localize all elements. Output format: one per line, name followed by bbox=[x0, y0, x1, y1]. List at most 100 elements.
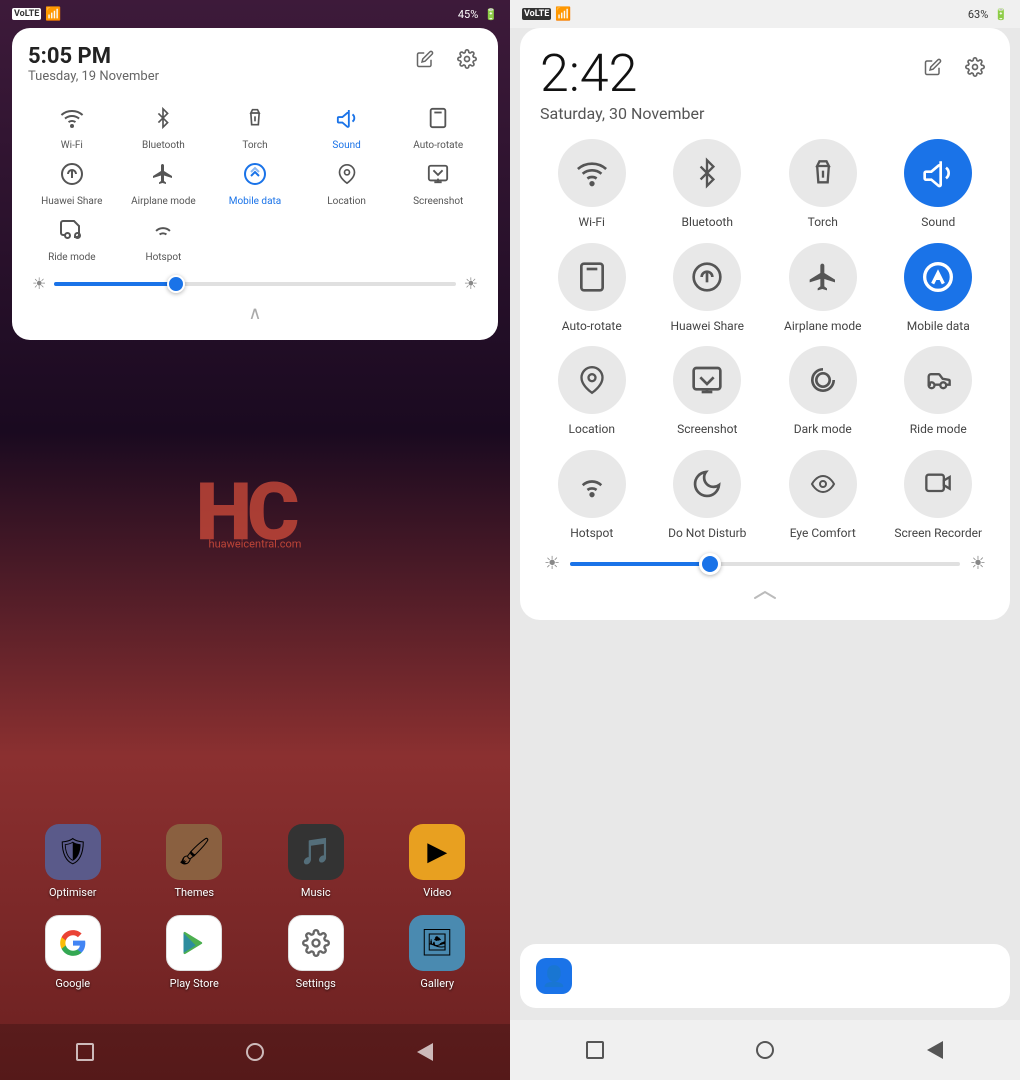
screenshot-circle-right bbox=[673, 346, 741, 414]
brightness-high-icon-left: ☀ bbox=[464, 274, 478, 293]
toggle-screenshot-left[interactable]: Screenshot bbox=[394, 156, 482, 208]
app-settings[interactable]: Settings bbox=[263, 915, 369, 990]
drag-handle-left[interactable]: ∧ bbox=[28, 303, 482, 324]
ridemode-label-left: Ride mode bbox=[48, 252, 95, 264]
toggle-bluetooth-left[interactable]: Bluetooth bbox=[120, 100, 208, 152]
nav-recent-right[interactable] bbox=[577, 1032, 613, 1068]
toggle-darkmode-right[interactable]: Dark mode bbox=[771, 346, 875, 438]
hotspot-label-right: Hotspot bbox=[570, 526, 613, 542]
app-icon-playstore bbox=[166, 915, 222, 971]
toggle-airplane-left[interactable]: Airplane mode bbox=[120, 156, 208, 208]
brightness-thumb-right[interactable] bbox=[699, 553, 721, 575]
brightness-track-right[interactable] bbox=[570, 562, 960, 566]
brightness-thumb-left[interactable] bbox=[167, 275, 185, 293]
screenshot-label-right: Screenshot bbox=[677, 422, 737, 438]
volte-icon-right: VoLTE bbox=[522, 8, 551, 20]
toggle-sound-left[interactable]: Sound bbox=[303, 100, 391, 152]
brightness-track-left[interactable] bbox=[54, 282, 455, 286]
app-google[interactable]: Google bbox=[20, 915, 126, 990]
app-themes[interactable]: 🖌 Themes bbox=[142, 824, 248, 899]
nav-home-left[interactable] bbox=[237, 1034, 273, 1070]
time-date-right: 2:42 Saturday, 30 November bbox=[540, 48, 704, 123]
screenrec-label-right: Screen Recorder bbox=[894, 526, 982, 542]
edit-button-left[interactable] bbox=[410, 44, 440, 74]
brightness-low-icon-right: ☀ bbox=[544, 553, 560, 574]
bluetooth-label-right: Bluetooth bbox=[682, 215, 733, 231]
notif-header-left: 5:05 PM Tuesday, 19 November bbox=[28, 44, 482, 84]
toggle-huaweishare-right[interactable]: Huawei Share bbox=[656, 243, 760, 335]
toggle-autorotate-right[interactable]: Auto-rotate bbox=[540, 243, 644, 335]
app-music[interactable]: 🎵 Music bbox=[263, 824, 369, 899]
toggle-bluetooth-right[interactable]: Bluetooth bbox=[656, 139, 760, 231]
toggle-hotspot-left[interactable]: Hotspot bbox=[120, 212, 208, 264]
wifi-label-left: Wi-Fi bbox=[61, 140, 83, 152]
edit-button-right[interactable] bbox=[918, 52, 948, 82]
eyecomfort-label-right: Eye Comfort bbox=[790, 526, 856, 542]
airplane-label-right: Airplane mode bbox=[784, 319, 861, 335]
app-label-music: Music bbox=[301, 886, 331, 899]
toggle-ridemode-right[interactable]: Ride mode bbox=[887, 346, 991, 438]
ridemode-circle-right bbox=[904, 346, 972, 414]
toggle-mobiledata-left[interactable]: Mobile data bbox=[211, 156, 299, 208]
panel-icons-right bbox=[918, 52, 990, 82]
toggle-wifi-right[interactable]: Wi-Fi bbox=[540, 139, 644, 231]
toggle-ridemode-left[interactable]: Ride mode bbox=[28, 212, 116, 264]
app-playstore[interactable]: Play Store bbox=[142, 915, 248, 990]
app-optimiser[interactable]: 🛡 Optimiser bbox=[20, 824, 126, 899]
huaweishare-label-right: Huawei Share bbox=[670, 319, 744, 335]
screenshot-label-left: Screenshot bbox=[413, 196, 463, 208]
toggle-screenshot-right[interactable]: Screenshot bbox=[656, 346, 760, 438]
toggle-screenrec-right[interactable]: Screen Recorder bbox=[887, 450, 991, 542]
nav-back-left[interactable] bbox=[407, 1034, 443, 1070]
toggle-dnd-right[interactable]: Do Not Disturb bbox=[656, 450, 760, 542]
nav-home-right[interactable] bbox=[747, 1032, 783, 1068]
panel-icons-left bbox=[410, 44, 482, 74]
app-gallery[interactable]: 🖼 Gallery bbox=[385, 915, 491, 990]
nav-square-icon-left bbox=[76, 1043, 94, 1061]
toggle-hotspot-right[interactable]: Hotspot bbox=[540, 450, 644, 542]
app-label-themes: Themes bbox=[174, 886, 214, 899]
toggle-location-right[interactable]: Location bbox=[540, 346, 644, 438]
dnd-label-right: Do Not Disturb bbox=[668, 526, 746, 542]
darkmode-circle-right bbox=[789, 346, 857, 414]
brightness-fill-left bbox=[54, 282, 174, 286]
torch-label-left: Torch bbox=[242, 140, 267, 152]
bottom-notification-card[interactable]: 👤 bbox=[520, 944, 1010, 1008]
app-label-playstore: Play Store bbox=[170, 977, 219, 990]
toggle-location-left[interactable]: Location bbox=[303, 156, 391, 208]
mobiledata-label-right: Mobile data bbox=[907, 319, 970, 335]
settings-button-right[interactable] bbox=[960, 52, 990, 82]
huaweishare-icon-left bbox=[54, 156, 90, 192]
autorotate-label-left: Auto-rotate bbox=[413, 140, 463, 152]
nav-back-right[interactable] bbox=[917, 1032, 953, 1068]
app-icon-music: 🎵 bbox=[288, 824, 344, 880]
toggle-huaweishare-left[interactable]: Huawei Share bbox=[28, 156, 116, 208]
toggle-autorotate-left[interactable]: Auto-rotate bbox=[394, 100, 482, 152]
location-icon-left bbox=[329, 156, 365, 192]
toggle-wifi-left[interactable]: Wi-Fi bbox=[28, 100, 116, 152]
huaweishare-circle-right bbox=[673, 243, 741, 311]
drag-handle-right[interactable] bbox=[540, 588, 990, 604]
toggle-sound-right[interactable]: Sound bbox=[887, 139, 991, 231]
status-left: VoLTE 📶 bbox=[12, 7, 61, 22]
app-video[interactable]: ▶ Video bbox=[385, 824, 491, 899]
signal-icon-right: 📶 bbox=[555, 7, 571, 22]
toggle-eyecomfort-right[interactable]: Eye Comfort bbox=[771, 450, 875, 542]
app-label-google: Google bbox=[55, 977, 90, 990]
bluetooth-label-left: Bluetooth bbox=[142, 140, 185, 152]
sound-label-right: Sound bbox=[921, 215, 955, 231]
toggle-mobiledata-right[interactable]: Mobile data bbox=[887, 243, 991, 335]
toggle-torch-left[interactable]: Torch bbox=[211, 100, 299, 152]
nav-recent-left[interactable] bbox=[67, 1034, 103, 1070]
eyecomfort-circle-right bbox=[789, 450, 857, 518]
settings-button-left[interactable] bbox=[452, 44, 482, 74]
toggle-torch-right[interactable]: Torch bbox=[771, 139, 875, 231]
app-icon-gallery: 🖼 bbox=[409, 915, 465, 971]
toggle-airplane-right[interactable]: Airplane mode bbox=[771, 243, 875, 335]
notif-panel-left: 5:05 PM Tuesday, 19 November bbox=[12, 28, 498, 340]
location-label-right: Location bbox=[569, 422, 615, 438]
nav-back-icon-right bbox=[927, 1041, 943, 1059]
screenshot-icon-left bbox=[420, 156, 456, 192]
mobiledata-icon-left bbox=[237, 156, 273, 192]
wifi-icon-left bbox=[54, 100, 90, 136]
